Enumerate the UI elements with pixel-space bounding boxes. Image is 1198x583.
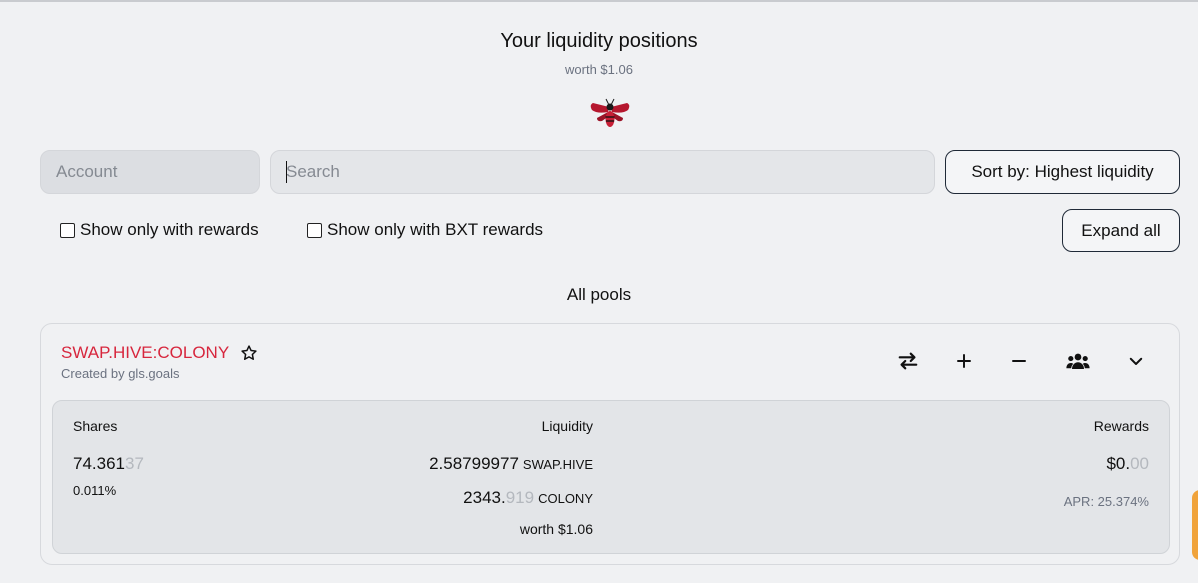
remove-liquidity-button[interactable]	[1006, 348, 1032, 374]
checkbox-box[interactable]	[60, 222, 75, 238]
shares-value: 74.36137	[73, 454, 144, 474]
show-bxt-rewards-label: Show only with BXT rewards	[327, 220, 544, 239]
side-tab-handle[interactable]	[1192, 490, 1198, 560]
token1-symbol: SWAP.HIVE	[522, 457, 593, 472]
liquidity-providers-button[interactable]	[1065, 348, 1091, 374]
show-bxt-rewards-checkbox[interactable]: Show only with BXT rewards	[307, 220, 543, 240]
token2-amount: 2343.919	[463, 488, 534, 507]
liquidity-worth: worth $1.06	[519, 521, 593, 537]
pool-card: SWAP.HIVE:COLONY Created by gls.goals Sh…	[40, 323, 1180, 565]
total-worth: worth $1.06	[565, 62, 633, 77]
rewards-value: $0.00	[1106, 454, 1149, 474]
liquidity-label: Liquidity	[541, 418, 593, 434]
account-input[interactable]	[40, 150, 260, 194]
token2-faint-digits: 919	[505, 488, 535, 507]
rewards-main: $0.	[1106, 454, 1131, 473]
token2-main: 2343.	[463, 488, 506, 507]
star-icon[interactable]	[240, 344, 258, 362]
text-cursor	[286, 161, 287, 183]
shares-label: Shares	[73, 418, 118, 434]
swap-button[interactable]	[895, 348, 921, 374]
rewards-label: Rewards	[1093, 418, 1149, 434]
plus-icon	[957, 354, 971, 368]
token2-liquidity: 2343.919 COLONY	[463, 488, 593, 508]
show-rewards-checkbox[interactable]: Show only with rewards	[60, 220, 259, 240]
chevron-down-icon	[1129, 357, 1143, 365]
shares-percentage: 0.011%	[73, 483, 117, 498]
apr-value: APR: 25.374%	[1063, 494, 1149, 509]
swap-arrows-icon	[898, 352, 918, 370]
expand-all-button[interactable]: Expand all	[1062, 209, 1180, 252]
users-icon	[1066, 353, 1090, 369]
pool-creator: Created by gls.goals	[61, 366, 180, 381]
add-liquidity-button[interactable]	[951, 348, 977, 374]
bee-logo-icon	[590, 98, 630, 127]
token2-symbol: COLONY	[538, 491, 593, 506]
top-divider	[0, 0, 1198, 2]
pool-name-link[interactable]: SWAP.HIVE:COLONY	[61, 343, 229, 363]
checkbox-box[interactable]	[307, 222, 322, 238]
minus-icon	[1012, 360, 1026, 362]
token1-liquidity: 2.58799977 SWAP.HIVE	[429, 454, 593, 474]
show-rewards-label: Show only with rewards	[80, 220, 259, 239]
shares-main: 74.361	[73, 454, 125, 473]
page-header: Your liquidity positions worth $1.06	[0, 30, 1198, 77]
section-title: All pools	[566, 285, 632, 304]
expand-pool-button[interactable]	[1123, 348, 1149, 374]
sort-button[interactable]: Sort by: Highest liquidity	[945, 150, 1180, 194]
search-input[interactable]	[270, 150, 935, 194]
page-title: Your liquidity positions	[500, 30, 698, 52]
rewards-faint-digits: 00	[1130, 454, 1149, 473]
position-details: Shares Liquidity Rewards 74.36137 0.011%…	[52, 400, 1170, 554]
token1-amount: 2.58799977	[429, 454, 519, 473]
shares-faint-digits: 37	[125, 454, 144, 473]
